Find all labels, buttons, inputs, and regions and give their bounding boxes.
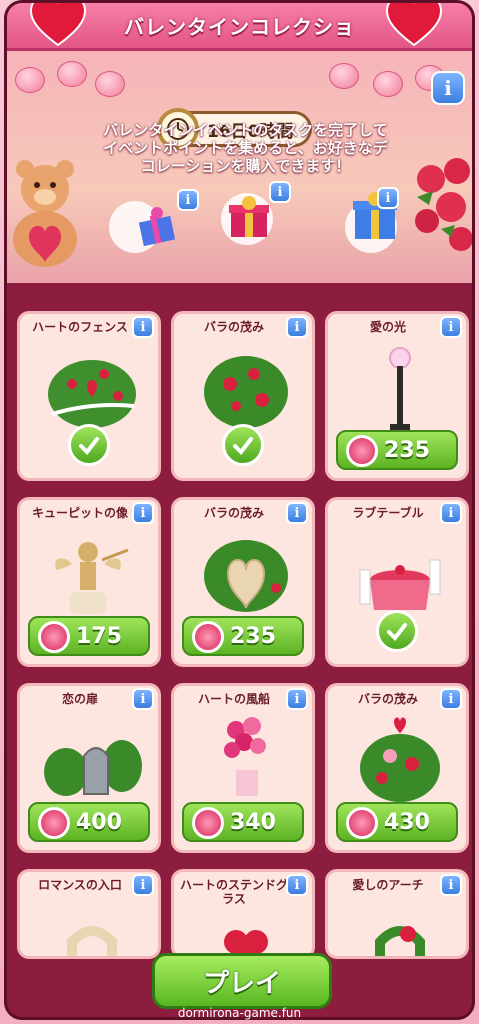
decoration-image	[42, 530, 142, 620]
buy-button[interactable]: 235	[336, 430, 458, 470]
decoration-name: 愛の光	[369, 320, 406, 334]
heart-balloon-icon	[385, 3, 443, 47]
decoration-card[interactable]: ハートのステンドグラス i	[171, 869, 315, 959]
buy-button[interactable]: 235	[182, 616, 304, 656]
info-icon[interactable]: i	[132, 316, 154, 338]
decoration-card[interactable]: バラの茂み i 235	[171, 497, 315, 667]
panel-title: バレンタインコレクショ	[124, 15, 355, 39]
info-icon[interactable]: i	[440, 688, 462, 710]
decoration-card[interactable]: ラブテーブル i	[325, 497, 469, 667]
decoration-name: バラの茂み	[357, 692, 418, 706]
watermark: dormirona-game.fun	[177, 1006, 302, 1020]
decoration-name: ハートの風船	[197, 692, 270, 706]
decoration-image	[350, 344, 450, 434]
decoration-image	[196, 530, 296, 620]
decoration-name: ハートのフェンス	[32, 320, 128, 334]
lantern-icon	[57, 61, 87, 87]
buy-button[interactable]: 175	[28, 616, 150, 656]
lanterns-decoration	[7, 57, 472, 97]
info-icon[interactable]: i	[286, 874, 308, 896]
lantern-icon	[15, 67, 45, 93]
collection-panel: バレンタインコレクショ i 16日0時間 バレンタインイベントのタスクを完了して…	[4, 0, 475, 1020]
price-text: 175	[76, 623, 122, 649]
info-icon[interactable]: i	[286, 688, 308, 710]
decoration-name: ラブテーブル	[352, 506, 424, 520]
info-icon[interactable]: i	[132, 874, 154, 896]
heart-coin-icon	[192, 807, 224, 839]
decoration-name: 恋の扉	[61, 692, 98, 706]
lantern-icon	[95, 71, 125, 97]
decoration-image	[196, 344, 296, 434]
lantern-icon	[373, 71, 403, 97]
reward3-info-icon[interactable]: i	[377, 187, 399, 209]
info-icon[interactable]: i	[286, 316, 308, 338]
decoration-image	[196, 716, 296, 806]
app-root: バレンタインコレクショ i 16日0時間 バレンタインイベントのタスクを完了して…	[0, 0, 479, 1024]
reward1-info-icon[interactable]: i	[177, 189, 199, 211]
heart-coin-icon	[346, 807, 378, 839]
decoration-card[interactable]: キューピットの像 i 175	[17, 497, 161, 667]
price-text: 430	[384, 809, 430, 835]
heart-balloon-icon	[29, 3, 87, 47]
info-icon[interactable]: i	[440, 316, 462, 338]
decoration-card[interactable]: バラの茂み i 430	[325, 683, 469, 853]
heart-coin-icon	[192, 621, 224, 653]
info-icon[interactable]: i	[440, 874, 462, 896]
decoration-image	[350, 716, 450, 806]
decoration-name: キューピットの像	[31, 506, 128, 520]
check-icon	[222, 424, 264, 466]
price-text: 400	[76, 809, 122, 835]
decoration-card[interactable]: バラの茂み i	[171, 311, 315, 481]
play-button[interactable]: プレイ	[152, 953, 332, 1009]
info-icon[interactable]: i	[440, 502, 462, 524]
decoration-name: ロマンスの入口	[38, 878, 122, 892]
decoration-card[interactable]: 愛の光 i 235	[325, 311, 469, 481]
decoration-image	[196, 902, 296, 956]
price-text: 235	[230, 623, 276, 649]
info-icon[interactable]: i	[132, 502, 154, 524]
decoration-image	[42, 344, 142, 434]
decoration-card[interactable]: ハートの風船 i 340	[171, 683, 315, 853]
event-banner: i 16日0時間 バレンタインイベントのタスクを完了して イベントポイントを集め…	[7, 51, 472, 283]
decoration-image	[350, 902, 450, 956]
play-button-label: プレイ	[202, 968, 281, 999]
buy-button[interactable]: 400	[28, 802, 150, 842]
gift-icon[interactable]	[227, 195, 271, 239]
reward2-info-icon[interactable]: i	[269, 181, 291, 203]
banner-info-icon[interactable]: i	[431, 71, 465, 105]
teddy-bear-icon	[13, 160, 77, 267]
decoration-card[interactable]: 愛しのアーチ i	[325, 869, 469, 959]
decoration-image	[42, 902, 142, 956]
price-text: 235	[384, 437, 430, 463]
title-bar: バレンタインコレクショ	[7, 3, 472, 51]
decoration-card[interactable]: 恋の扉 i 400	[17, 683, 161, 853]
heart-coin-icon	[38, 807, 70, 839]
check-icon	[68, 424, 110, 466]
gift-icon[interactable]	[135, 203, 179, 247]
buy-button[interactable]: 340	[182, 802, 304, 842]
buy-button[interactable]: 430	[336, 802, 458, 842]
price-text: 340	[230, 809, 276, 835]
lantern-icon	[329, 63, 359, 89]
info-icon[interactable]: i	[286, 502, 308, 524]
decoration-card[interactable]: ハートのフェンス i	[17, 311, 161, 481]
decoration-image	[42, 716, 142, 806]
event-description: バレンタインイベントのタスクを完了して イベントポイントを集めると、お好きなデ …	[103, 121, 388, 175]
decoration-image	[350, 530, 450, 620]
heart-coin-icon	[38, 621, 70, 653]
decoration-name: バラの茂み	[203, 320, 264, 334]
heart-coin-icon	[346, 435, 378, 467]
decoration-name: バラの茂み	[203, 506, 264, 520]
check-icon	[376, 610, 418, 652]
info-icon[interactable]: i	[132, 688, 154, 710]
decoration-card[interactable]: ロマンスの入口 i	[17, 869, 161, 959]
decoration-name: 愛しのアーチ	[352, 878, 424, 892]
